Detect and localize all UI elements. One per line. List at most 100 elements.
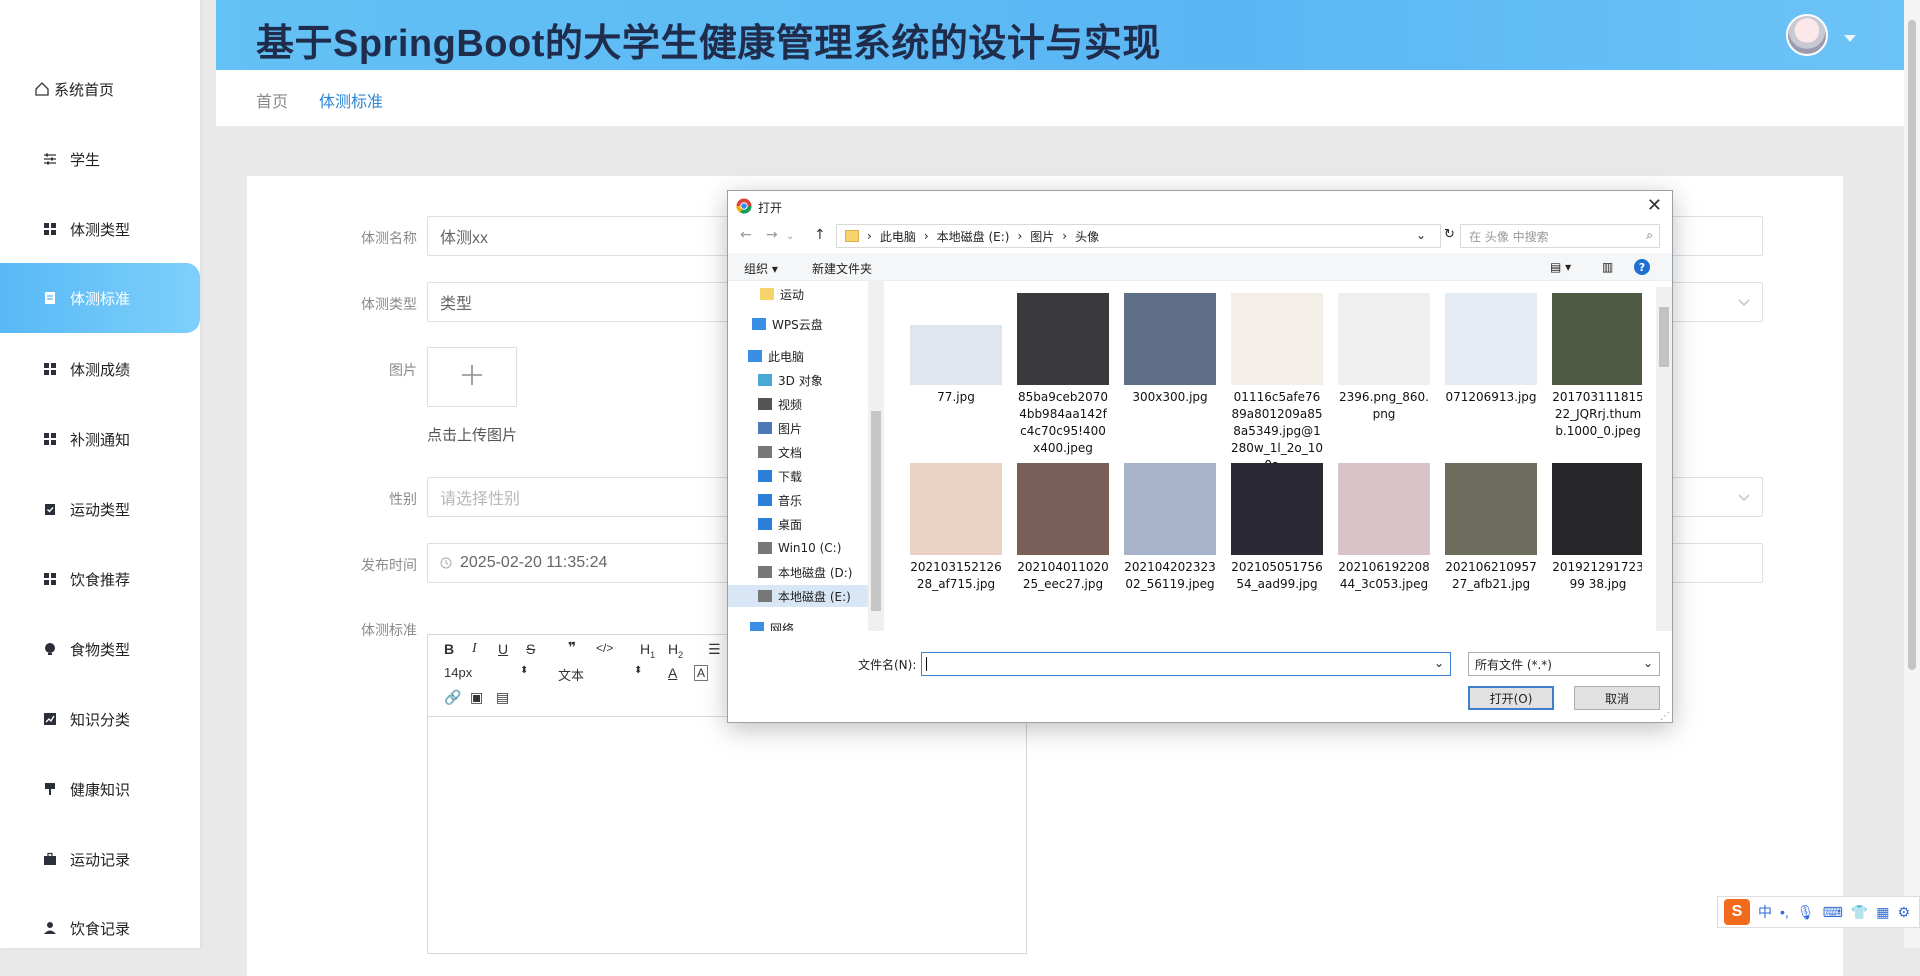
- sidebar-item-1[interactable]: 学生: [0, 124, 200, 194]
- tree-item[interactable]: 3D 对象: [758, 369, 823, 391]
- filename-input[interactable]: ⌄: [921, 652, 1451, 676]
- font-type-select[interactable]: 文本: [558, 665, 584, 684]
- drive-icon: [758, 566, 772, 578]
- image-icon[interactable]: ▣: [470, 689, 483, 706]
- file-item[interactable]: 20210505175654_aad99.jpg: [1231, 463, 1323, 593]
- video-icon[interactable]: ▤: [496, 689, 509, 706]
- refresh-icon[interactable]: ↻: [1444, 227, 1455, 242]
- up-arrow-icon[interactable]: ↑: [814, 227, 826, 243]
- file-item[interactable]: 300x300.jpg: [1124, 293, 1216, 406]
- settings-icon[interactable]: ⚙: [1897, 904, 1910, 921]
- sidebar-item-9[interactable]: 知识分类: [0, 684, 200, 754]
- tree-item[interactable]: 桌面: [758, 513, 802, 535]
- path-segment[interactable]: 本地磁盘 (E:): [937, 228, 1010, 245]
- file-item[interactable]: 77.jpg: [910, 293, 1002, 406]
- filetype-select[interactable]: 所有文件 (*.*) ⌄: [1468, 652, 1660, 676]
- sidebar-item-0[interactable]: 系统首页: [0, 54, 200, 124]
- italic-button[interactable]: I: [472, 641, 477, 657]
- file-item[interactable]: 20210420232302_56119.jpeg: [1124, 463, 1216, 593]
- sidebar-item-6[interactable]: 运动类型: [0, 474, 200, 544]
- quote-icon[interactable]: ❞: [568, 639, 576, 656]
- resize-grip-icon[interactable]: ⋰: [1660, 711, 1670, 722]
- scroll-thumb[interactable]: [1908, 20, 1916, 670]
- tree-item[interactable]: Win10 (C:): [758, 537, 841, 559]
- file-item[interactable]: 20210619220844_3c053.jpeg: [1338, 463, 1430, 593]
- underline-button[interactable]: U: [498, 641, 508, 657]
- file-item[interactable]: 20170311181522_JQRrj.thumb.1000_0.jpeg: [1552, 293, 1642, 440]
- new-folder-button[interactable]: 新建文件夹: [812, 260, 872, 277]
- file-item[interactable]: 01116c5afe7689a801209a858a5349.jpg@1280w…: [1231, 293, 1323, 474]
- organize-button[interactable]: 组织 ▾: [744, 260, 778, 277]
- tree-item[interactable]: 运动: [760, 283, 804, 305]
- ime-language[interactable]: 中: [1758, 902, 1772, 922]
- font-size-select[interactable]: 14px: [444, 665, 472, 680]
- code-icon[interactable]: </>: [596, 641, 613, 655]
- tree-item[interactable]: 音乐: [758, 489, 802, 511]
- chevron-down-icon[interactable]: [1844, 30, 1856, 48]
- sogou-logo-icon[interactable]: S: [1724, 899, 1750, 925]
- skin-icon[interactable]: 👕: [1851, 904, 1868, 921]
- microphone-icon[interactable]: 🎙: [1797, 904, 1815, 921]
- forward-arrow-icon[interactable]: →: [766, 227, 778, 243]
- list-icon[interactable]: ☰: [708, 641, 721, 658]
- recent-dropdown-icon[interactable]: ⌄: [786, 231, 794, 242]
- path-segment[interactable]: 头像: [1075, 228, 1099, 245]
- sidebar-item-7[interactable]: 饮食推荐: [0, 544, 200, 614]
- breadcrumb-home[interactable]: 首页: [256, 88, 288, 112]
- tree-item[interactable]: 本地磁盘 (D:): [758, 561, 852, 583]
- tree-item[interactable]: 视频: [758, 393, 802, 415]
- strikethrough-button[interactable]: S: [526, 641, 535, 657]
- chevron-down-icon[interactable]: ⌄: [1416, 228, 1426, 242]
- sidebar-item-2[interactable]: 体测类型: [0, 194, 200, 264]
- path-segment[interactable]: 图片: [1030, 228, 1054, 245]
- tree-item[interactable]: 下载: [758, 465, 802, 487]
- text-color-icon[interactable]: A: [668, 665, 677, 681]
- file-item[interactable]: 20210315212628_af715.jpg: [910, 463, 1002, 593]
- sidebar-item-11[interactable]: 运动记录: [0, 824, 200, 894]
- heading2-button[interactable]: H2: [668, 641, 683, 660]
- punctuation-icon[interactable]: •,: [1780, 904, 1789, 920]
- page-scrollbar[interactable]: [1904, 0, 1920, 948]
- file-item[interactable]: 85ba9ceb20704bb984aa142fc4c70c95!400x400…: [1017, 293, 1109, 457]
- tree-item[interactable]: 此电脑: [748, 345, 804, 367]
- tree-item[interactable]: WPS云盘: [752, 313, 823, 335]
- file-item[interactable]: 20210401102025_eec27.jpg: [1017, 463, 1109, 593]
- tree-item[interactable]: 图片: [758, 417, 802, 439]
- tree-item[interactable]: 网络: [750, 617, 794, 631]
- file-item[interactable]: 20210621095727_afb21.jpg: [1445, 463, 1537, 593]
- file-grid-scrollbar[interactable]: [1656, 287, 1672, 631]
- help-icon[interactable]: ?: [1634, 259, 1650, 275]
- chevron-down-icon[interactable]: ⌄: [1434, 656, 1444, 670]
- sidebar-item-5[interactable]: 补测通知: [0, 404, 200, 474]
- tree-scroll-thumb[interactable]: [871, 411, 881, 611]
- view-options-icon[interactable]: ▤ ▾: [1550, 260, 1571, 274]
- bold-button[interactable]: B: [444, 641, 454, 657]
- cancel-button[interactable]: 取消: [1574, 686, 1660, 710]
- address-bar[interactable]: › 此电脑 › 本地磁盘 (E:) › 图片 › 头像 ⌄: [836, 224, 1441, 248]
- file-item[interactable]: 2396.png_860.png: [1338, 293, 1430, 423]
- grid-scroll-thumb[interactable]: [1659, 307, 1669, 367]
- tree-scrollbar[interactable]: [868, 281, 884, 631]
- sidebar-item-3[interactable]: 体测标准: [0, 263, 200, 333]
- path-segment[interactable]: 此电脑: [880, 228, 916, 245]
- file-item[interactable]: 20192129172399 38.jpg: [1552, 463, 1642, 593]
- tree-item[interactable]: 本地磁盘 (E:): [728, 585, 868, 607]
- apps-icon[interactable]: ▦: [1876, 904, 1889, 921]
- image-upload-button[interactable]: [427, 347, 517, 407]
- sidebar-item-4[interactable]: 体测成绩: [0, 334, 200, 404]
- sidebar-item-10[interactable]: 健康知识: [0, 754, 200, 824]
- sidebar-item-12[interactable]: 饮食记录: [0, 893, 200, 963]
- back-arrow-icon[interactable]: ←: [740, 227, 752, 243]
- heading1-button[interactable]: H1: [640, 641, 655, 660]
- link-icon[interactable]: 🔗: [444, 689, 461, 706]
- preview-pane-icon[interactable]: ▥: [1602, 260, 1613, 274]
- dialog-search-input[interactable]: 在 头像 中搜索 ⌕: [1460, 224, 1660, 248]
- background-color-icon[interactable]: A: [694, 665, 709, 681]
- avatar[interactable]: [1786, 14, 1828, 56]
- sidebar-item-8[interactable]: 食物类型: [0, 614, 200, 684]
- tree-item[interactable]: 文档: [758, 441, 802, 463]
- open-button[interactable]: 打开(O): [1468, 686, 1554, 710]
- keyboard-icon[interactable]: ⌨: [1823, 904, 1843, 921]
- close-icon[interactable]: ✕: [1647, 195, 1662, 216]
- file-item[interactable]: 071206913.jpg: [1445, 293, 1537, 406]
